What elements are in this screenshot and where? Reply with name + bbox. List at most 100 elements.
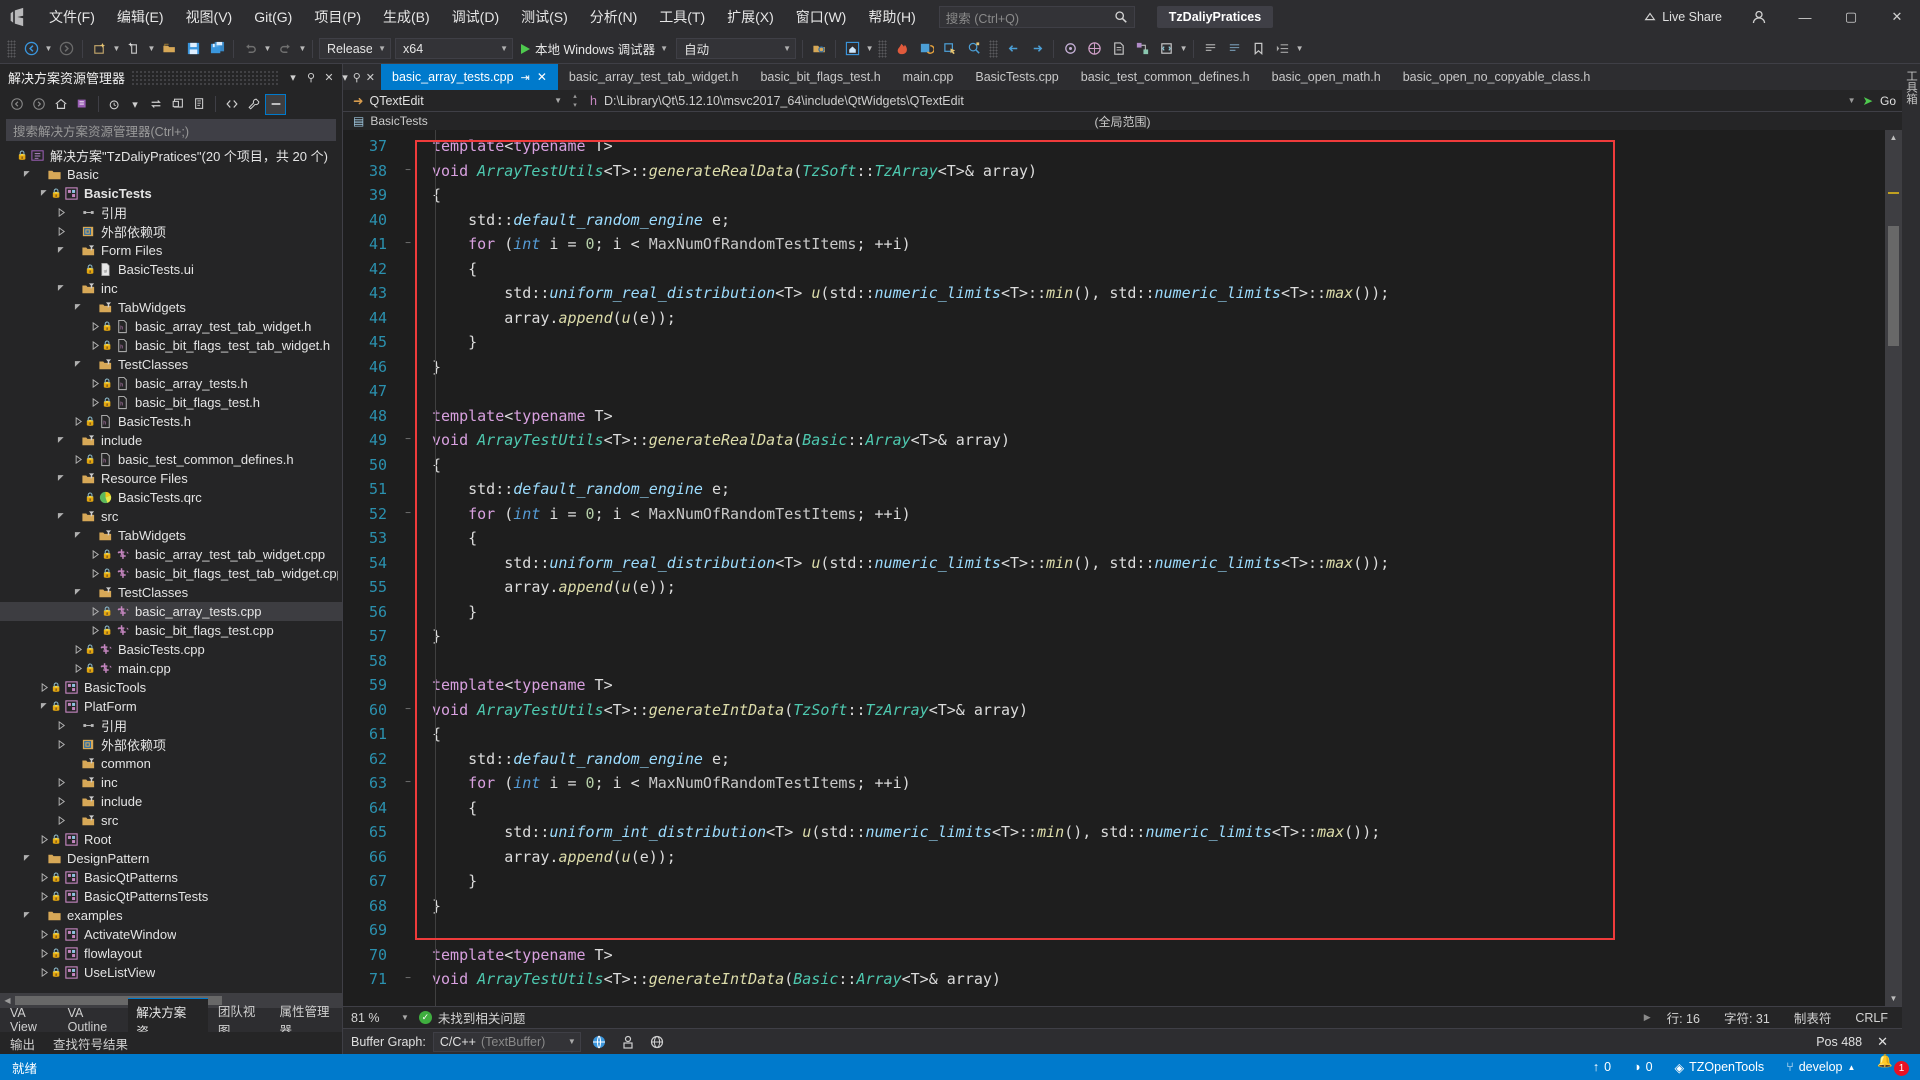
close-button[interactable]: ✕: [1874, 0, 1920, 34]
code-text[interactable]: 37 template<typename T> 38− void ArrayTest…: [343, 130, 1885, 1006]
tree-item[interactable]: TabWidgets: [0, 526, 342, 545]
menu-test[interactable]: 测试(S): [510, 0, 579, 34]
scope-project[interactable]: BasicTests: [364, 114, 427, 128]
preview-selected-icon[interactable]: [265, 93, 286, 115]
tree-item[interactable]: TabWidgets: [0, 298, 342, 317]
expander-icon[interactable]: [55, 227, 68, 236]
home-icon[interactable]: [50, 94, 71, 115]
buffer-graph-node-icon[interactable]: [617, 1031, 639, 1053]
document-tab[interactable]: main.cpp: [891, 64, 965, 90]
pin-icon[interactable]: ⇥: [521, 71, 530, 84]
tree-item[interactable]: Resource Files: [0, 469, 342, 488]
properties-icon[interactable]: [243, 94, 264, 115]
code-line[interactable]: 37 template<typename T>: [343, 134, 1885, 159]
document-tab[interactable]: basic_array_test_tab_widget.h: [557, 64, 750, 90]
tree-item[interactable]: 🔒 flowlayout: [0, 944, 342, 963]
find-symbol-results-tab[interactable]: 查找符号结果: [53, 1034, 128, 1053]
menu-project[interactable]: 项目(P): [303, 0, 372, 34]
va-snippet-icon[interactable]: [1154, 37, 1178, 61]
va-find-ref-icon[interactable]: [1058, 37, 1082, 61]
code-line[interactable]: 38− void ArrayTestUtils<T>::generateRealD…: [343, 159, 1885, 184]
buffer-close-icon[interactable]: ✕: [1877, 1034, 1902, 1050]
code-line[interactable]: 43 std::uniform_real_distribution<T> u(s…: [343, 281, 1885, 306]
collapse-all-icon[interactable]: [167, 94, 188, 115]
output-tabstrip[interactable]: 输出 查找符号结果: [0, 1032, 342, 1054]
tree-item[interactable]: 🔒 h basic_test_common_defines.h: [0, 450, 342, 469]
menu-help[interactable]: 帮助(H): [857, 0, 926, 34]
sidebar-tabstrip[interactable]: VA ViewVA Outline解决方案资...团队视图属性管理器: [0, 997, 342, 1043]
home-dropdown-icon[interactable]: ▼: [864, 37, 875, 61]
expander-icon[interactable]: [55, 512, 68, 521]
expander-icon[interactable]: [38, 949, 51, 958]
fold-marker-icon[interactable]: −: [401, 967, 415, 992]
scope-global[interactable]: (全局范围): [1095, 113, 1151, 130]
vscroll-thumb[interactable]: [1888, 226, 1899, 346]
code-line[interactable]: 49− void ArrayTestUtils<T>::generateRealD…: [343, 428, 1885, 453]
solution-tree[interactable]: 🔒 解决方案"TzDaliyPratices"(20 个项目，共 20 个) Bas…: [0, 144, 342, 993]
expander-icon[interactable]: [89, 341, 102, 350]
tree-item[interactable]: 🔒 h basic_array_test_tab_widget.h: [0, 317, 342, 336]
code-line[interactable]: 48 template<typename T>: [343, 404, 1885, 429]
tree-item[interactable]: 外部依赖项: [0, 222, 342, 241]
tree-item[interactable]: 🔒 BasicTests.cpp: [0, 640, 342, 659]
code-line[interactable]: 67 }: [343, 869, 1885, 894]
tree-item[interactable]: 🔒 BasicTests: [0, 184, 342, 203]
code-line[interactable]: 40 std::default_random_engine e;: [343, 208, 1885, 233]
navigate-backward-icon[interactable]: [19, 37, 43, 61]
code-line[interactable]: 58: [343, 649, 1885, 674]
tree-item[interactable]: 🔒 BasicTools: [0, 678, 342, 697]
tree-item[interactable]: 🔒 BasicQtPatterns: [0, 868, 342, 887]
tree-item[interactable]: 🔒 basic_bit_flags_test_tab_widget.cpp: [0, 564, 342, 583]
switch-views-icon[interactable]: [72, 94, 93, 115]
split-view-icon[interactable]: ▴ ▾: [568, 92, 582, 109]
navigate-forward-icon[interactable]: [54, 37, 78, 61]
code-line[interactable]: 42 {: [343, 257, 1885, 282]
tree-item[interactable]: DesignPattern: [0, 849, 342, 868]
tree-item[interactable]: 引用: [0, 716, 342, 735]
tree-item[interactable]: common: [0, 754, 342, 773]
menu-view[interactable]: 视图(V): [175, 0, 244, 34]
expander-icon[interactable]: [72, 645, 85, 654]
expander-icon[interactable]: [89, 398, 102, 407]
tree-item[interactable]: 🔒 h basic_bit_flags_test.h: [0, 393, 342, 412]
code-line[interactable]: 55 array.append(u(e));: [343, 575, 1885, 600]
editor-vertical-scrollbar[interactable]: ▲ ▼: [1885, 130, 1902, 1006]
tree-item[interactable]: 🔒 Root: [0, 830, 342, 849]
hot-reload-icon[interactable]: [890, 37, 914, 61]
expander-icon[interactable]: [55, 474, 68, 483]
code-line[interactable]: 62 std::default_random_engine e;: [343, 747, 1885, 772]
back-dropdown-icon[interactable]: ▼: [43, 37, 54, 61]
close-icon[interactable]: ✕: [320, 68, 338, 88]
expander-icon[interactable]: [89, 569, 102, 578]
tree-item[interactable]: Form Files: [0, 241, 342, 260]
expander-icon[interactable]: [72, 531, 85, 540]
code-line[interactable]: 64 {: [343, 796, 1885, 821]
expander-icon[interactable]: [72, 417, 85, 426]
pending-dropdown-icon[interactable]: ▾: [126, 94, 144, 114]
home-icon[interactable]: [840, 37, 864, 61]
maximize-button[interactable]: ▢: [1828, 0, 1874, 34]
scroll-up-icon[interactable]: ▲: [1885, 130, 1902, 145]
expander-icon[interactable]: [21, 170, 34, 179]
tree-item[interactable]: TestClasses: [0, 355, 342, 374]
new-project-dropdown-icon[interactable]: ▼: [111, 37, 122, 61]
tree-item[interactable]: 🔒 ui BasicTests.ui: [0, 260, 342, 279]
open-file-icon[interactable]: [157, 37, 181, 61]
menu-debug[interactable]: 调试(D): [441, 0, 510, 34]
green-arrow-icon[interactable]: ➤: [1863, 93, 1873, 108]
code-line[interactable]: 69: [343, 918, 1885, 943]
preview-selected-items-icon[interactable]: [807, 37, 831, 61]
scroll-down-icon[interactable]: ▼: [1885, 991, 1902, 1006]
expander-icon[interactable]: [38, 189, 51, 198]
code-line[interactable]: 47: [343, 379, 1885, 404]
document-tab[interactable]: basic_array_tests.cpp ⇥ ✕: [381, 64, 558, 90]
tree-item[interactable]: 🔒 h BasicTests.h: [0, 412, 342, 431]
tab-list-dropdown-icon[interactable]: ▾: [342, 71, 348, 84]
toolbar-grip-3[interactable]: [989, 39, 999, 58]
go-button[interactable]: Go: [1880, 94, 1896, 108]
menu-extensions[interactable]: 扩展(X): [716, 0, 785, 34]
code-line[interactable]: 41− for (int i = 0; i < MaxNumOfRandomTe…: [343, 232, 1885, 257]
undo-icon[interactable]: [238, 37, 262, 61]
expander-icon[interactable]: [55, 816, 68, 825]
indent-dropdown-icon[interactable]: ▼: [1294, 37, 1305, 61]
